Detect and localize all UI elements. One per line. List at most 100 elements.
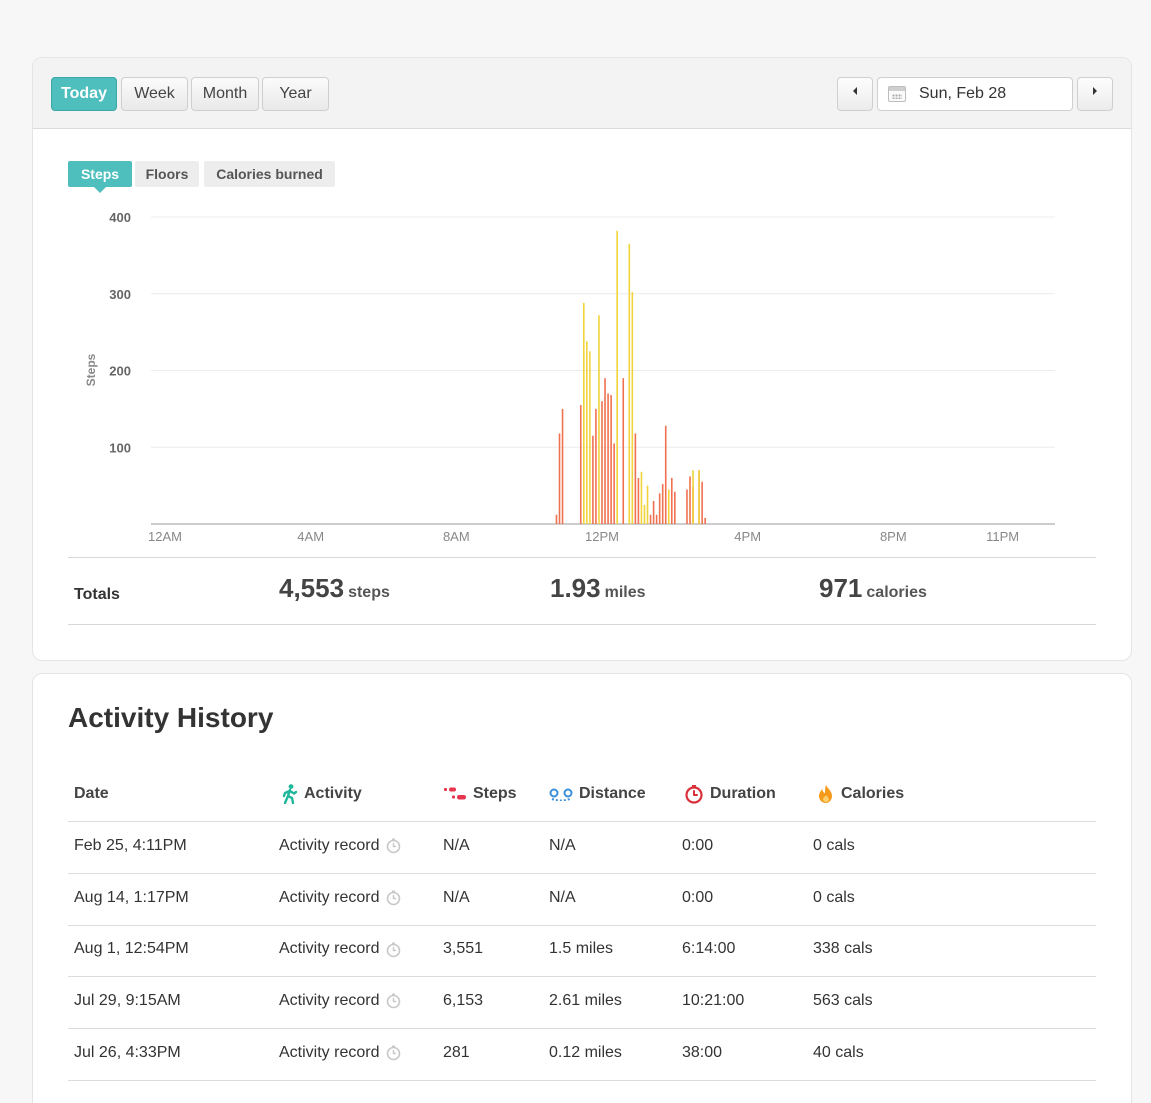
cell-activity[interactable]: Activity record (279, 939, 402, 959)
row-divider (68, 924, 1096, 926)
column-header-activity[interactable]: Activity (282, 782, 362, 806)
cell-steps-text: 6,153 (443, 992, 484, 1010)
steps-bar (601, 401, 603, 524)
cell-steps-text: N/A (443, 888, 470, 906)
column-header-distance[interactable]: Distance (549, 782, 646, 806)
cell-duration-text: 10:21:00 (682, 992, 745, 1010)
x-tick-label: 11PM (986, 529, 1019, 544)
x-tick-label: 4PM (734, 529, 761, 544)
walking-person-icon (282, 783, 298, 804)
cell-date-text: Aug 1, 12:54PM (74, 940, 189, 958)
timer-icon (387, 838, 401, 854)
steps-bar (652, 500, 655, 524)
activity-history-card: Activity History Date Activity Steps Dis… (32, 673, 1132, 1103)
cell-duration: 0:00 (682, 888, 713, 908)
cell-calories: 338 cals (813, 939, 873, 959)
steps-bar (631, 292, 634, 524)
cell-calories-text: 338 cals (813, 940, 873, 958)
cell-distance: N/A (549, 888, 576, 908)
steps-bar (586, 341, 588, 524)
steps-bar (604, 378, 606, 524)
row-divider (68, 976, 1096, 978)
cell-date-text: Jul 29, 9:15AM (74, 992, 181, 1010)
cell-calories-text: 563 cals (813, 992, 873, 1010)
cell-duration-text: 0:00 (682, 888, 714, 906)
steps-bar (667, 489, 670, 524)
cell-distance: 2.61 miles (549, 991, 622, 1011)
steps-bar (607, 393, 609, 524)
steps-bar (637, 477, 640, 524)
row-divider (68, 873, 1096, 874)
cell-calories: 0 cals (813, 836, 855, 856)
column-header-steps[interactable]: Steps (443, 782, 517, 806)
x-tick-label: 12AM (148, 529, 182, 544)
column-header-duration-label: Duration (710, 785, 776, 802)
steps-bar (622, 378, 625, 524)
cell-steps: N/A (443, 888, 470, 908)
cell-date: Jul 26, 4:33PM (74, 1043, 181, 1063)
column-header-duration[interactable]: Duration (684, 782, 776, 806)
cell-steps: 3,551 (443, 939, 483, 959)
cell-steps-text: 3,551 (443, 940, 484, 958)
total-calories-value: 971 (819, 573, 863, 603)
cell-steps: 6,153 (443, 991, 483, 1011)
cell-steps: 281 (443, 1043, 470, 1063)
cell-calories: 0 cals (813, 888, 855, 908)
cell-duration: 0:00 (682, 836, 713, 856)
row-divider (68, 1028, 1096, 1030)
column-header-date-label: Date (74, 785, 109, 802)
total-steps-value: 4,553 (279, 573, 345, 603)
steps-bar (674, 491, 676, 524)
steps-bar (592, 435, 594, 524)
cell-activity[interactable]: Activity record (279, 888, 402, 908)
total-miles-value: 1.93 (550, 573, 601, 603)
cell-activity[interactable]: Activity record (279, 991, 402, 1011)
cell-distance-text: 2.61 miles (549, 992, 622, 1010)
y-tick-label: 400 (109, 210, 131, 225)
y-axis-label: Steps (84, 353, 98, 386)
cell-distance: 0.12 miles (549, 1043, 622, 1063)
daily-summary-card: Today Week Month Year Sun, Feb 28 Steps … (32, 57, 1132, 661)
steps-bar (664, 425, 667, 524)
stopwatch-icon (685, 784, 703, 804)
totals-top-divider (68, 557, 1096, 558)
total-steps: 4,553 steps (279, 573, 390, 604)
cell-activity-text: Activity record (279, 992, 380, 1010)
steps-bar (589, 351, 591, 524)
cell-activity-text: Activity record (279, 837, 380, 854)
steps-bar (579, 405, 582, 524)
steps-bar (646, 485, 649, 524)
y-tick-label: 300 (109, 287, 131, 302)
y-tick-label: 100 (109, 440, 131, 455)
cell-activity[interactable]: Activity record (279, 836, 402, 856)
x-tick-label: 8AM (443, 529, 470, 544)
column-header-calories-label: Calories (841, 785, 905, 802)
total-steps-unit: steps (348, 584, 390, 601)
total-calories-unit: calories (866, 584, 927, 601)
steps-bar (561, 408, 564, 524)
cell-steps-text: N/A (443, 837, 470, 854)
cell-duration: 6:14:00 (682, 939, 735, 959)
cell-calories-text: 40 cals (813, 1043, 864, 1061)
timer-icon (387, 942, 401, 957)
column-header-date[interactable]: Date (74, 782, 109, 806)
column-header-calories[interactable]: Calories (817, 782, 904, 806)
cell-distance-text: 0.12 miles (549, 1043, 622, 1061)
steps-bar (686, 489, 688, 524)
steps-chart: 100 200 300 400 Steps 12AM 4AM 8AM 12PM 4PM 8PM 11P… (84, 210, 1055, 544)
cell-calories: 563 cals (813, 991, 873, 1011)
flame-icon (819, 784, 832, 803)
cell-duration: 10:21:00 (682, 991, 744, 1011)
cell-activity[interactable]: Activity record (279, 1043, 402, 1063)
totals-label: Totals (74, 586, 120, 603)
steps-bar (555, 514, 558, 524)
column-header-steps-label: Steps (473, 785, 517, 802)
steps-bar (689, 476, 691, 524)
cell-distance: N/A (549, 836, 576, 856)
total-calories: 971 calories (819, 573, 927, 604)
cell-distance-text: 1.5 miles (549, 940, 614, 958)
steps-bar (582, 302, 585, 524)
cell-calories-text: 0 cals (813, 837, 855, 854)
timer-icon (387, 890, 401, 906)
cell-date: Jul 29, 9:15AM (74, 991, 181, 1011)
